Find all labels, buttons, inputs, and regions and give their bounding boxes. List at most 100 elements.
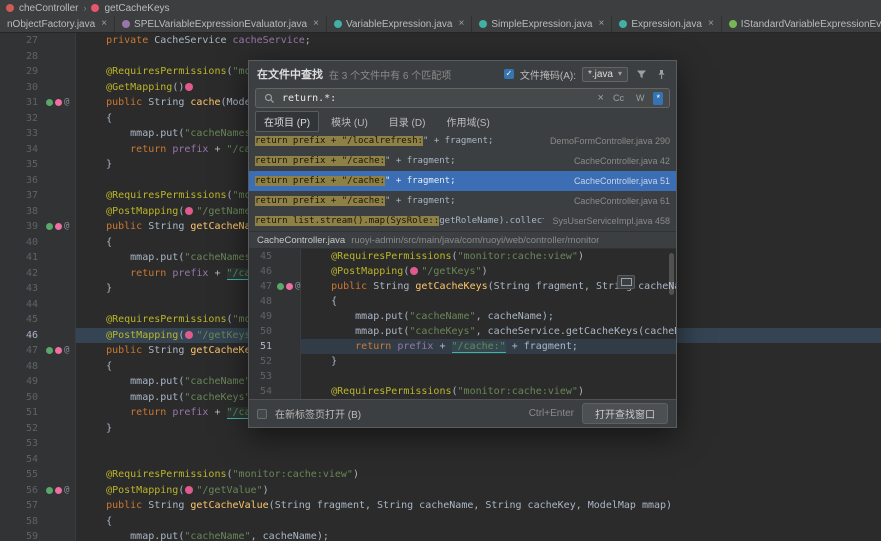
preview-gutter-icon-area: [277, 324, 301, 339]
file-mask-label: 文件掩码(A):: [519, 70, 576, 82]
floating-editor-toolbar-icon[interactable]: [617, 275, 635, 289]
tab-close-icon[interactable]: ×: [458, 19, 464, 29]
code-line[interactable]: 56 @ @PostMapping("/getValue"): [0, 483, 881, 499]
preview-code-line[interactable]: 47 @ public String getCacheKeys(String fr…: [249, 279, 676, 294]
gutter-icon-area: @: [46, 95, 76, 111]
code-line[interactable]: 27 private CacheService cacheService;: [0, 33, 881, 49]
code-segment: +: [208, 143, 227, 155]
file-mask-checkbox[interactable]: ✓: [503, 69, 514, 79]
preview-code-line[interactable]: 53: [249, 369, 676, 384]
preview-code-line[interactable]: 49 mmap.put("cacheName", cacheName);: [249, 309, 676, 324]
line-number: 59: [25, 531, 38, 541]
shortcut-hint: Ctrl+Enter: [528, 408, 574, 419]
preview-gutter-icon-area: [277, 294, 301, 309]
preview-line-number: 51: [259, 341, 272, 352]
code-segment: "/getKeys": [421, 266, 482, 277]
preview-scrollbar[interactable]: [669, 253, 674, 295]
code-segment: }: [82, 422, 113, 434]
method-marker-icon[interactable]: [55, 99, 62, 107]
gutter-icon-area: [46, 126, 76, 142]
preview-code-line[interactable]: 51 return prefix + "/cache:" + fragment;: [249, 339, 676, 354]
editor-tab[interactable]: Expression.java ×: [612, 16, 722, 32]
spring-mapping-icon[interactable]: [277, 283, 284, 290]
preview-code-line[interactable]: 48 {: [249, 294, 676, 309]
clear-search-icon[interactable]: ×: [598, 92, 604, 104]
breadcrumb-method[interactable]: getCacheKeys: [104, 3, 169, 14]
preview-code-line[interactable]: 50 mmap.put("cacheKeys", cacheService.ge…: [249, 324, 676, 339]
regex-toggle[interactable]: *: [653, 91, 663, 105]
code-line[interactable]: 59 mmap.put("cacheName", cacheName);: [0, 529, 881, 541]
tab-close-icon[interactable]: ×: [313, 19, 319, 29]
preview-pane[interactable]: 45 @RequiresPermissions("monitor:cache:v…: [249, 248, 676, 399]
open-in-new-tab-checkbox[interactable]: [257, 408, 267, 419]
code-line[interactable]: 53: [0, 436, 881, 452]
code-segment: public: [82, 500, 149, 511]
search-result-row[interactable]: return prefix + "/cache:" + fragment; Cac…: [249, 191, 676, 211]
breadcrumb-class[interactable]: cheController: [19, 3, 78, 14]
code-line[interactable]: 55 @RequiresPermissions("monitor:cache:v…: [0, 467, 881, 483]
open-find-window-button[interactable]: 打开查找窗口: [582, 403, 668, 424]
editor-tab[interactable]: nObjectFactory.java ×: [0, 16, 116, 32]
search-result-row[interactable]: return prefix + "/cache:" + fragment; Cac…: [249, 171, 676, 191]
code-segment: "cacheName": [184, 376, 251, 387]
code-segment: CacheService: [154, 35, 233, 46]
preview-code-line[interactable]: 46 @PostMapping("/getKeys"): [249, 264, 676, 279]
code-segment: }: [307, 356, 338, 367]
scope-tab[interactable]: 作用域(S): [437, 111, 498, 132]
search-result-row[interactable]: return list.stream().map(SysRole::getRol…: [249, 211, 676, 231]
preview-code-line[interactable]: 52 }: [249, 354, 676, 369]
code-text: public String getCacheValue(String fragm…: [76, 498, 881, 514]
method-marker-icon[interactable]: [55, 347, 62, 355]
method-marker-icon[interactable]: [55, 486, 62, 494]
scope-tab[interactable]: 模块 (U): [322, 111, 377, 132]
tab-close-icon[interactable]: ×: [708, 19, 714, 29]
line-number: 52: [25, 422, 38, 434]
preview-code-line[interactable]: 54 @RequiresPermissions("monitor:cache:v…: [249, 384, 676, 399]
snippet-rest: " + fragment;: [422, 136, 494, 146]
spring-mapping-icon[interactable]: [46, 223, 53, 231]
method-marker-icon[interactable]: [55, 223, 62, 231]
tab-close-icon[interactable]: ×: [599, 19, 605, 29]
preview-line-number: 49: [259, 311, 272, 322]
spring-mapping-icon[interactable]: [46, 99, 53, 107]
search-field[interactable]: × Cc W *: [255, 88, 670, 108]
preview-line-number: 48: [259, 296, 272, 307]
words-toggle[interactable]: W: [633, 92, 648, 105]
line-number: 44: [25, 298, 38, 310]
filter-icon[interactable]: [634, 67, 648, 81]
editor-tab[interactable]: VariableExpression.java ×: [327, 16, 473, 32]
line-number: 47: [25, 345, 38, 356]
tab-label: nObjectFactory.java: [7, 18, 96, 30]
gutter-icon-area: @: [46, 219, 76, 235]
scope-tab[interactable]: 目录 (D): [380, 111, 435, 132]
search-input[interactable]: [282, 92, 592, 104]
editor-tab[interactable]: IStandardVariableExpressionEvaluator.jav…: [722, 16, 881, 32]
preview-gutter-icon-area: [277, 264, 301, 279]
code-line[interactable]: 57 public String getCacheValue(String fr…: [0, 498, 881, 514]
find-in-files-popup: 在文件中查找 在 3 个文件中有 6 个匹配项 ✓ 文件掩码(A): *.jav…: [248, 60, 677, 428]
editor-tab[interactable]: SPELVariableExpressionEvaluator.java ×: [115, 16, 327, 32]
spring-mapping-icon[interactable]: [46, 347, 53, 355]
spring-mapping-icon[interactable]: [46, 486, 53, 494]
pin-icon[interactable]: [654, 67, 668, 81]
gutter-icon-area: [46, 297, 76, 313]
scope-tab[interactable]: 在项目 (P): [255, 110, 320, 132]
preview-code-line[interactable]: 45 @RequiresPermissions("monitor:cache:v…: [249, 249, 676, 264]
editor-tab[interactable]: SimpleExpression.java ×: [472, 16, 613, 32]
file-mask-select[interactable]: *.java ▾: [581, 66, 628, 82]
search-result-row[interactable]: return prefix + "/localrefresh:" + fragm…: [249, 131, 676, 151]
gutter-icon-area: [46, 498, 76, 514]
preview-line-number: 53: [259, 371, 272, 382]
search-result-row[interactable]: return prefix + "/cache:" + fragment; Cac…: [249, 151, 676, 171]
method-marker-icon[interactable]: [286, 283, 293, 290]
tab-close-icon[interactable]: ×: [101, 19, 107, 29]
code-line[interactable]: 54: [0, 452, 881, 468]
file-type-icon: [728, 20, 737, 28]
code-segment: , cacheName);: [250, 531, 329, 541]
line-number: 30: [25, 81, 38, 93]
line-number: 39: [25, 221, 38, 232]
code-segment: String: [148, 345, 191, 356]
code-line[interactable]: 58 {: [0, 514, 881, 530]
match-case-toggle[interactable]: Cc: [610, 92, 627, 105]
gutter-icon-area: [46, 514, 76, 530]
